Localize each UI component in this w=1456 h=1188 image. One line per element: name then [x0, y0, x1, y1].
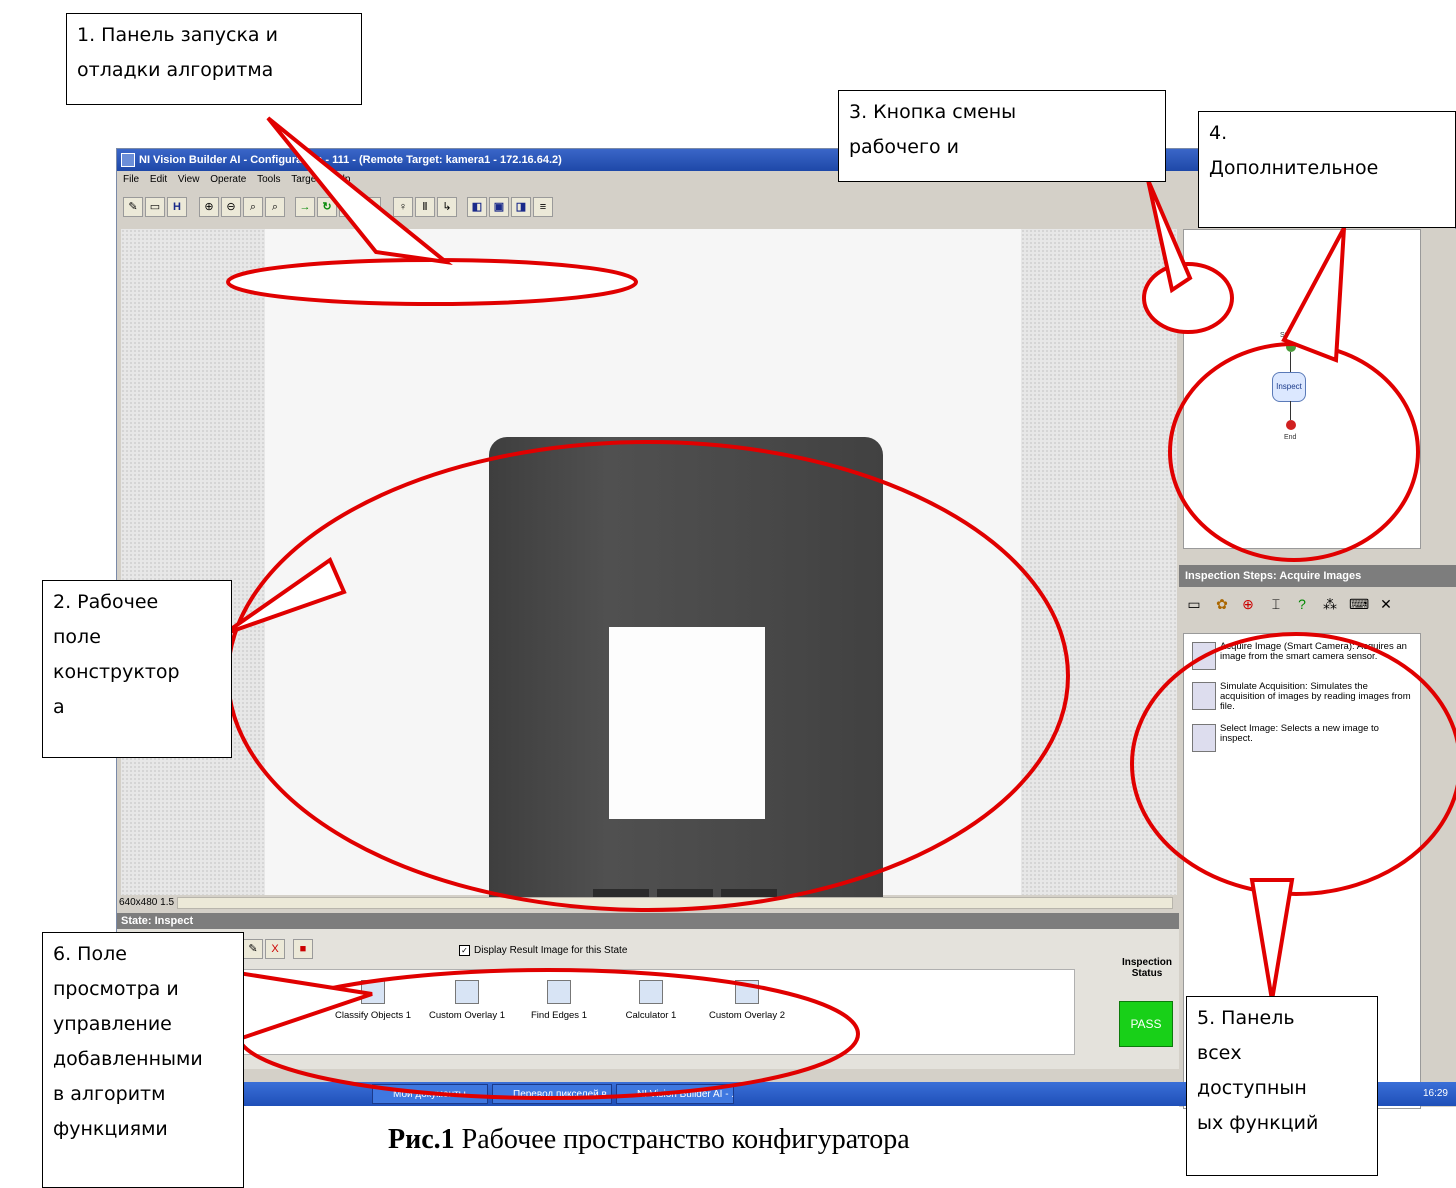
flow-end-label: End — [1284, 434, 1297, 441]
calculator-icon — [639, 980, 663, 1004]
steps-list: Acquire Image 1 Classify Objects 1 Custo… — [208, 969, 1075, 1055]
right-panel: Start Inspect End Inspection Steps: Acqu… — [1179, 229, 1456, 1109]
menu-file[interactable]: File — [123, 174, 139, 185]
run-continuous-icon[interactable]: ⇒ — [339, 197, 359, 217]
menu-target[interactable]: Target — [291, 174, 319, 185]
flow-connector — [1290, 352, 1291, 372]
view-mode-1-icon[interactable]: ◧ — [467, 197, 487, 217]
app-icon — [121, 153, 135, 168]
steps-panel: ✎ X ■ ✓ Display Result Image for this Sta… — [117, 929, 1179, 1069]
clock: 16:29 — [1422, 1088, 1448, 1099]
new-file-icon[interactable]: ✎ — [123, 197, 143, 217]
zoom-out-icon[interactable]: ⊖ — [221, 197, 241, 217]
tools-tab-icon[interactable]: ✕ — [1377, 595, 1395, 613]
step-icon[interactable]: ↻ — [317, 197, 337, 217]
zoom-readout: 640x480 1.5 — [119, 897, 175, 908]
flow-end-node[interactable] — [1286, 420, 1296, 430]
state-diagram[interactable]: Start Inspect End — [1183, 229, 1421, 549]
state-label: State: Inspect — [121, 915, 194, 927]
acquire-tab-icon[interactable]: ▭ — [1185, 595, 1203, 613]
identify-tab-icon[interactable]: ⁂ — [1321, 595, 1339, 613]
stop-icon[interactable]: ● — [361, 197, 381, 217]
stop-step-icon[interactable]: ■ — [293, 939, 313, 959]
measure-tab-icon[interactable]: ⌶ — [1267, 595, 1285, 613]
debug-icon[interactable]: ↳ — [437, 197, 457, 217]
inspection-status-label: Inspection Status — [1121, 957, 1172, 979]
menu-help[interactable]: Help — [330, 174, 351, 185]
view-mode-4-icon[interactable]: ≡ — [533, 197, 553, 217]
inspection-steps-title: Inspection Steps: Acquire Images — [1179, 565, 1456, 587]
callout-1: 1. Панель запуска и отладки алгоритма — [66, 13, 362, 105]
pause-icon[interactable]: Ⅱ — [415, 197, 435, 217]
figure-caption: Рис.1 Рабочее пространство конфигуратора — [388, 1124, 910, 1156]
function-select-image[interactable]: Select Image: Selects a new image to ins… — [1192, 724, 1412, 752]
function-simulate-acquisition[interactable]: Simulate Acquisition: Simulates the acqu… — [1192, 682, 1412, 712]
menu-view[interactable]: View — [178, 174, 200, 185]
image-workspace — [121, 229, 1177, 897]
view-mode-3-icon[interactable]: ◨ — [511, 197, 531, 217]
task-my-documents[interactable]: Мои документы — [372, 1084, 488, 1104]
delete-step-icon[interactable]: X — [265, 939, 285, 959]
view-mode-2-icon[interactable]: ▣ — [489, 197, 509, 217]
highlight-icon[interactable]: ♀ — [393, 197, 413, 217]
callout-3: 3. Кнопка смены рабочего и — [838, 90, 1166, 182]
classify-icon — [361, 980, 385, 1004]
caption-text: Рабочее пространство конфигуратора — [454, 1124, 910, 1155]
display-result-checkbox[interactable]: ✓ Display Result Image for this State — [459, 945, 627, 956]
menu-edit[interactable]: Edit — [150, 174, 167, 185]
callout-5: 5. Панель всех доступнын ых функций — [1186, 996, 1378, 1176]
communicate-tab-icon[interactable]: ⌨ — [1349, 595, 1369, 613]
zoom-region-icon[interactable]: ⌕ — [265, 197, 285, 217]
overlay-icon — [455, 980, 479, 1004]
locate-tab-icon[interactable]: ⊕ — [1239, 595, 1257, 613]
task-pixel-conversion[interactable]: Перевод пикселей в... — [492, 1084, 612, 1104]
checkbox-icon[interactable]: ✓ — [459, 945, 470, 956]
task-vision-builder[interactable]: NI Vision Builder AI - ... — [616, 1084, 734, 1104]
callout-4: 4. Дополнительное — [1198, 111, 1456, 228]
menu-tools[interactable]: Tools — [257, 174, 280, 185]
enhance-tab-icon[interactable]: ✿ — [1213, 595, 1231, 613]
camera-icon — [1192, 642, 1216, 670]
horizontal-scrollbar[interactable] — [177, 897, 1173, 909]
find-edges-icon — [547, 980, 571, 1004]
select-image-icon — [1192, 724, 1216, 752]
flow-start-node[interactable] — [1286, 342, 1296, 352]
state-bar: State: Inspect — [117, 913, 1179, 929]
overlay-icon — [735, 980, 759, 1004]
pass-badge: PASS — [1119, 1001, 1173, 1047]
inspection-image[interactable] — [265, 229, 1021, 897]
open-folder-icon[interactable]: ▭ — [145, 197, 165, 217]
zoom-fit-icon[interactable]: ⌕ — [243, 197, 263, 217]
callout-2: 2. Рабочее поле конструктор а — [42, 580, 232, 758]
plate-tab — [657, 889, 713, 897]
flow-start-label: Start — [1280, 332, 1295, 339]
toolbar: ✎ ▭ H ⊕ ⊖ ⌕ ⌕ → ↻ ⇒ ● ♀ Ⅱ ↳ ◧ ▣ ◨ ≡ — [117, 191, 1157, 221]
edit-step-icon[interactable]: ✎ — [243, 939, 263, 959]
run-once-icon[interactable]: → — [295, 197, 315, 217]
step-calculator[interactable]: Calculator 1 — [596, 980, 706, 1021]
plate-tab — [721, 889, 777, 897]
zoom-in-icon[interactable]: ⊕ — [199, 197, 219, 217]
plate-tab — [593, 889, 649, 897]
step-custom-overlay-2[interactable]: Custom Overlay 2 — [692, 980, 802, 1021]
window-title: NI Vision Builder AI - Configuration - 1… — [139, 154, 562, 166]
check-tab-icon[interactable]: ? — [1293, 595, 1311, 613]
flow-inspect-node[interactable]: Inspect — [1272, 372, 1306, 402]
display-result-label: Display Result Image for this State — [474, 945, 628, 956]
function-acquire-image[interactable]: Acquire Image (Smart Camera): Acquires a… — [1192, 642, 1412, 670]
menu-operate[interactable]: Operate — [210, 174, 246, 185]
save-icon[interactable]: H — [167, 197, 187, 217]
metal-plate-object — [489, 437, 883, 897]
plate-hole — [609, 627, 765, 819]
flow-connector — [1290, 401, 1291, 420]
caption-figure-number: Рис.1 — [388, 1124, 455, 1155]
simulate-icon — [1192, 682, 1216, 710]
callout-6: 6. Поле просмотра и управление добавленными… — [42, 932, 244, 1188]
function-tabs: ▭ ✿ ⊕ ⌶ ? ⁂ ⌨ ✕ — [1179, 589, 1456, 619]
app-window: NI Vision Builder AI - Configuration - 1… — [116, 148, 1456, 1109]
